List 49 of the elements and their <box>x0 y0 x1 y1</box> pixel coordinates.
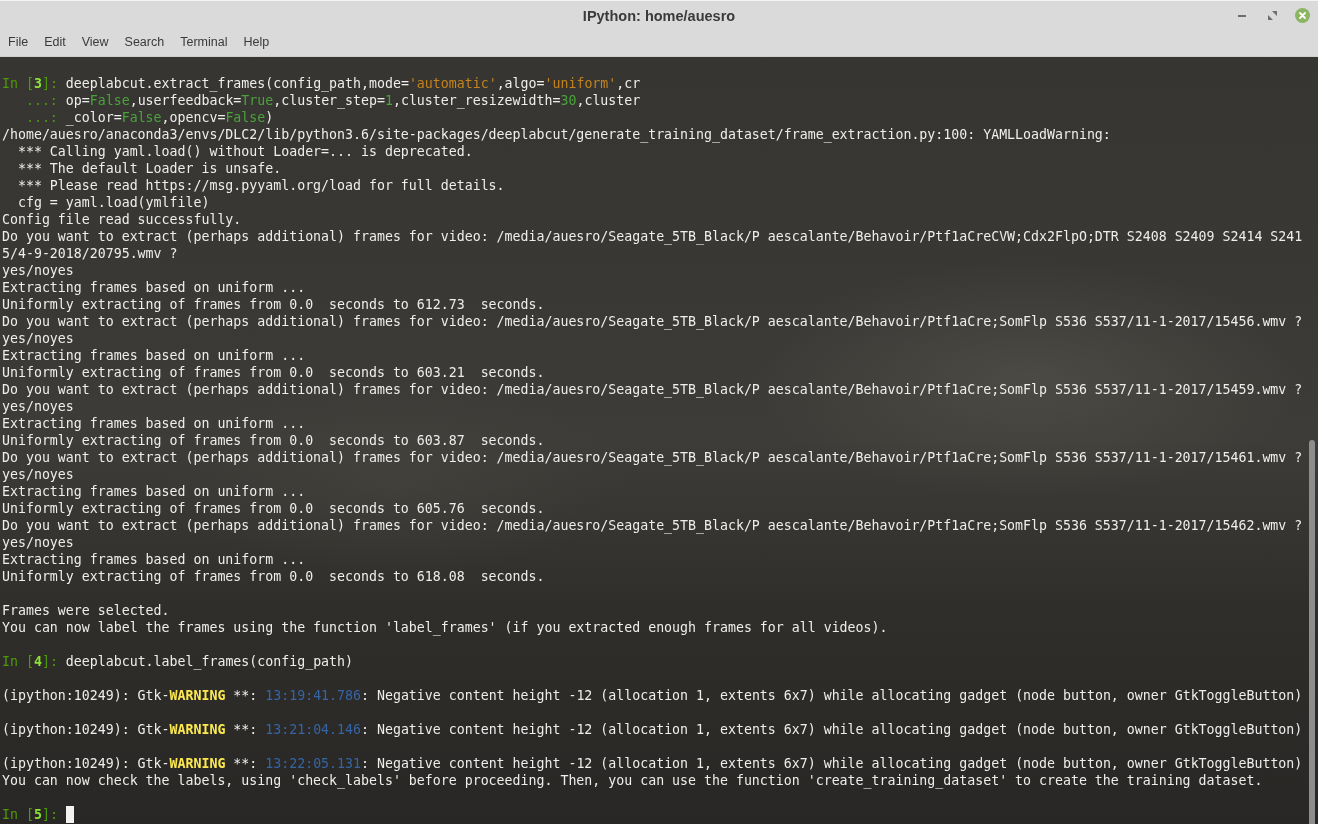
terminal-line: *** The default Loader is unsafe. <box>16 160 282 177</box>
terminal-line: yes/noyes <box>2 466 74 483</box>
terminal-line: Uniformly extracting of frames from 0.0 seconds to 603.21 seconds. <box>2 364 545 381</box>
terminal-line: ...: _color=False,opencv=False) <box>24 109 274 126</box>
terminal-line: In [5]: <box>2 806 59 823</box>
terminal-line: Uniformly extracting of frames from 0.0 seconds to 618.08 seconds. <box>2 568 545 585</box>
terminal-line: Extracting frames based on uniform ... <box>2 415 306 432</box>
terminal-line: (ipython:10249): Gtk-WARNING **: 13:21:04.146: Negative content height -12 (allocation 1, extents 6x7) while allocating gadget (node button, owner GtkToggleButton) <box>2 721 1303 738</box>
terminal-line: Uniformly extracting of frames from 0.0 seconds to 605.76 seconds. <box>2 500 545 517</box>
scrollbar-thumb[interactable] <box>1309 440 1315 824</box>
window-title: IPython: home/auesro <box>582 7 736 24</box>
terminal-line: yes/noyes <box>2 534 74 551</box>
terminal-line: Do you want to extract (perhaps additional) frames for video: /media/auesro/Seagate_5TB_Black/P aescalante/Behavoir/Ptf1aCre;SomFlp S536 S537/11-1-2017/15456.wmv ? <box>2 313 1303 330</box>
menu-item[interactable]: Edit <box>36 31 74 53</box>
terminal-line: In [3]: deeplabcut.extract_frames(config_path,mode='automatic',algo='uniform',cr <box>2 75 641 92</box>
menu-item[interactable]: Search <box>116 31 173 53</box>
terminal-line: *** Please read https://msg.pyyaml.org/load for full details. <box>16 177 505 194</box>
terminal-line: Do you want to extract (perhaps additional) frames for video: /media/auesro/Seagate_5TB_Black/P aescalante/Behavoir/Ptf1aCre;SomFlp S536 S537/11-1-2017/15461.wmv ? <box>2 449 1303 466</box>
terminal-line: yes/noyes <box>2 330 74 347</box>
minimize-icon <box>1238 14 1246 17</box>
terminal-line: 5/4-9-2018/20795.wmv ? <box>2 245 178 262</box>
terminal-line: Do you want to extract (perhaps additional) frames for video: /media/auesro/Seagate_5TB_Black/P aescalante/Behavoir/Ptf1aCre;SomFlp S536 S537/11-1-2017/15459.wmv ? <box>2 381 1303 398</box>
terminal-line: Do you want to extract (perhaps additional) frames for video: /media/auesro/Seagate_5TB_Black/P aescalante/Behavoir/Ptf1aCreCVW;Cdx2FlpO;DTR S2408 S2409 S2414 S241 <box>2 228 1303 245</box>
menu-item[interactable]: View <box>73 31 117 53</box>
terminal-line: Extracting frames based on uniform ... <box>2 483 306 500</box>
terminal-line: (ipython:10249): Gtk-WARNING **: 13:19:41.786: Negative content height -12 (allocation 1, extents 6x7) while allocating gadget (node button, owner GtkToggleButton) <box>2 687 1303 704</box>
terminal-line: yes/noyes <box>2 262 74 279</box>
terminal-line: *** Calling yaml.load() without Loader=... is deprecated. <box>16 143 473 160</box>
terminal-line: In [4]: deeplabcut.label_frames(config_path) <box>2 653 354 670</box>
terminal-line: Extracting frames based on uniform ... <box>2 551 306 568</box>
terminal-line: Do you want to extract (perhaps additional) frames for video: /media/auesro/Seagate_5TB_Black/P aescalante/Behavoir/Ptf1aCre;SomFlp S536 S537/11-1-2017/15462.wmv ? <box>2 517 1303 534</box>
terminal-line: Extracting frames based on uniform ... <box>2 347 306 364</box>
menu-item[interactable]: Help <box>235 31 278 53</box>
terminal-line: Config file read successfully. <box>2 211 242 228</box>
terminal-line: Extracting frames based on uniform ... <box>2 279 306 296</box>
terminal-line: Uniformly extracting of frames from 0.0 seconds to 603.87 seconds. <box>2 432 545 449</box>
terminal-line: /home/auesro/anaconda3/envs/DLC2/lib/python3.6/site-packages/deeplabcut/generate_training_dataset/frame_extraction.py:100: YAMLLoadWarning: <box>2 126 1111 143</box>
terminal-line: You can now label the frames using the function 'label_frames' (if you extracted enough frames for all videos). <box>2 619 888 636</box>
terminal-line: (ipython:10249): Gtk-WARNING **: 13:22:05.131: Negative content height -12 (allocation 1, extents 6x7) while allocating gadget (node button, owner GtkToggleButton) <box>2 755 1303 772</box>
terminal-line: You can now check the labels, using 'check_labels' before proceeding. Then, you can use the function 'create_training_dataset' to create the training dataset. <box>2 772 1263 789</box>
close-icon <box>1294 8 1310 23</box>
terminal-line: cfg = yaml.load(ymlfile) <box>16 194 210 211</box>
menu-item[interactable]: File <box>0 31 37 53</box>
terminal-line: yes/noyes <box>2 398 74 415</box>
terminal-line: ...: op=False,userfeedback=True,cluster_step=1,cluster_resizewidth=30,cluster <box>24 92 641 109</box>
menu-item[interactable]: Terminal <box>172 31 236 53</box>
terminal-line: Uniformly extracting of frames from 0.0 seconds to 612.73 seconds. <box>2 296 545 313</box>
maximize-icon <box>1267 11 1277 20</box>
terminal-line: Frames were selected. <box>2 602 170 619</box>
